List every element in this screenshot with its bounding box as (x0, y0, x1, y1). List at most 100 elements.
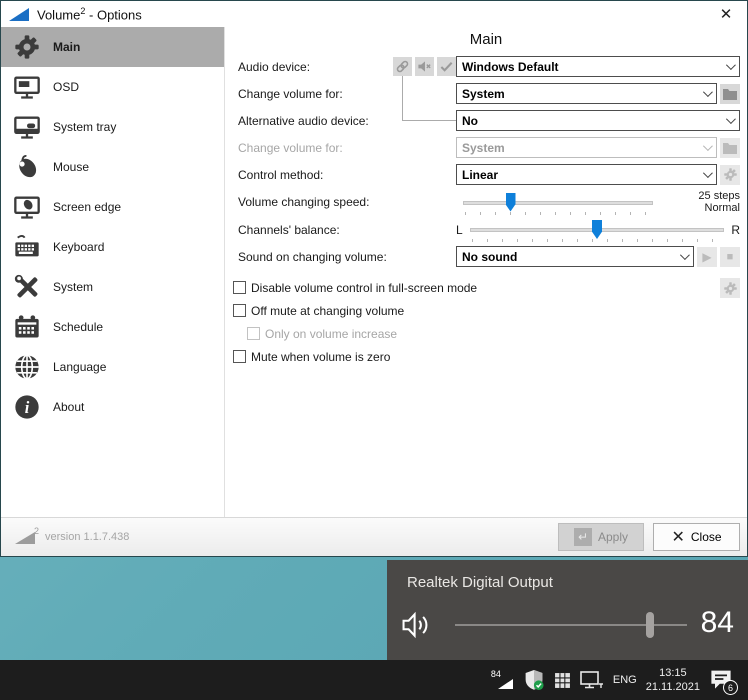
volume-speed-info: 25 steps Normal (653, 190, 740, 214)
mute-zero-row: Mute when volume is zero (225, 345, 747, 368)
change-volume-select[interactable]: System (456, 83, 717, 104)
sidebar-item-system[interactable]: System (1, 267, 224, 307)
monitor-icon (10, 71, 44, 103)
volume2-tray-icon[interactable]: 84 (490, 668, 514, 692)
slider-track (463, 201, 653, 205)
enter-icon: ↵ (574, 528, 592, 546)
balance-label: Channels' balance: (238, 223, 456, 237)
close-button[interactable]: ✕ Close (653, 523, 740, 551)
mute-zero-checkbox[interactable] (233, 350, 246, 363)
only-increase-checkbox (247, 327, 260, 340)
fullscreen-settings-button (720, 278, 740, 298)
sidebar-item-language[interactable]: Language (1, 347, 224, 387)
sidebar-item-schedule[interactable]: Schedule (1, 307, 224, 347)
osd-volume-slider[interactable] (455, 610, 687, 640)
slider-ticks (465, 212, 651, 215)
main-panel: Main Audio device: Windows Default Chang… (225, 27, 747, 517)
sidebar-item-screen-edge[interactable]: Screen edge (1, 187, 224, 227)
osd-slider-thumb[interactable] (646, 612, 654, 638)
language-indicator[interactable]: ENG (613, 674, 637, 686)
grid-tray-icon[interactable] (554, 672, 571, 689)
balance-left-label: L (456, 223, 463, 237)
sidebar-item-osd[interactable]: OSD (1, 67, 224, 107)
control-method-settings-button (720, 165, 740, 185)
dialog-footer: 2 version 1.1.7.438 ↵ Apply ✕ Close (1, 517, 747, 556)
sound-row: Sound on changing volume: No sound ▶ ■ (225, 243, 747, 270)
fullscreen-disable-checkbox[interactable] (233, 281, 246, 294)
sound-select[interactable]: No sound (456, 246, 694, 267)
sidebar-item-label: About (53, 400, 84, 414)
action-center-icon[interactable]: 6 (709, 667, 735, 693)
chevron-down-icon (726, 60, 736, 70)
sidebar-item-label: Screen edge (53, 200, 121, 214)
speaker-icon[interactable] (401, 610, 435, 645)
sidebar-item-mouse[interactable]: Mouse (1, 147, 224, 187)
globe-icon (10, 351, 44, 383)
volume-speed-label: Volume changing speed: (238, 195, 456, 209)
check-device-button[interactable] (437, 57, 456, 76)
sound-label: Sound on changing volume: (238, 250, 456, 264)
options-window: Volume2 - Options ✕ Main OSD Syst (0, 0, 748, 557)
chevron-down-icon (703, 87, 713, 97)
link-connector-line (402, 120, 456, 121)
link-connector-line (402, 76, 403, 120)
link-devices-button[interactable] (393, 57, 412, 76)
app-logo-gray-icon: 2 (15, 528, 39, 546)
volume-speed-row: Volume changing speed: 25 steps Normal (225, 188, 747, 216)
version-text: version 1.1.7.438 (45, 531, 129, 543)
control-method-label: Control method: (238, 168, 456, 182)
volume-speed-slider[interactable] (463, 189, 653, 216)
sidebar-item-label: Schedule (53, 320, 103, 334)
slider-thumb[interactable] (506, 193, 516, 212)
fullscreen-disable-row: Disable volume control in full-screen mo… (225, 276, 747, 299)
titlebar: Volume2 - Options ✕ (1, 1, 747, 27)
sidebar-item-about[interactable]: i About (1, 387, 224, 427)
sidebar-item-keyboard[interactable]: Keyboard (1, 227, 224, 267)
mouse-icon (10, 151, 44, 183)
chevron-down-icon (726, 114, 736, 124)
clock-time: 13:15 (646, 666, 700, 680)
control-method-row: Control method: Linear (225, 161, 747, 188)
control-method-select[interactable]: Linear (456, 164, 717, 185)
taskbar-clock[interactable]: 13:15 21.11.2021 (646, 666, 700, 694)
audio-device-select[interactable]: Windows Default (456, 56, 740, 77)
alt-audio-device-select[interactable]: No (456, 110, 740, 131)
sidebar-item-label: Language (53, 360, 106, 374)
off-mute-checkbox[interactable] (233, 304, 246, 317)
screen-edge-icon (10, 191, 44, 223)
sidebar-item-label: Mouse (53, 160, 89, 174)
only-increase-row: Only on volume increase (225, 322, 747, 345)
stop-sound-button: ■ (720, 247, 740, 267)
balance-slider[interactable] (470, 216, 725, 243)
sidebar-item-main[interactable]: Main (1, 27, 224, 67)
play-icon: ▶ (702, 250, 711, 264)
app-logo-icon (9, 8, 29, 21)
alt-audio-device-row: Alternative audio device: No (225, 107, 747, 134)
volume-osd: Realtek Digital Output 84 (387, 560, 748, 660)
sidebar-item-system-tray[interactable]: System tray (1, 107, 224, 147)
browse-folder-button[interactable] (720, 84, 740, 104)
page-title: Main (225, 31, 747, 53)
slider-ticks (472, 239, 723, 242)
osd-volume-value: 84 (701, 606, 734, 640)
sidebar: Main OSD System tray Mouse (1, 27, 225, 517)
off-mute-row: Off mute at changing volume (225, 299, 747, 322)
network-tray-icon[interactable] (580, 671, 604, 690)
window-title: Volume2 - Options (37, 6, 142, 22)
slider-thumb[interactable] (592, 220, 602, 239)
sidebar-item-label: System (53, 280, 93, 294)
security-shield-icon[interactable] (523, 669, 545, 691)
chevron-down-icon (703, 168, 713, 178)
sidebar-item-label: Main (53, 40, 80, 54)
audio-device-row: Audio device: Windows Default (225, 53, 747, 80)
apply-button[interactable]: ↵ Apply (558, 523, 644, 551)
stop-icon: ■ (727, 251, 734, 263)
sidebar-item-label: Keyboard (53, 240, 104, 254)
window-close-icon[interactable]: ✕ (713, 5, 739, 23)
gear-icon (10, 31, 44, 63)
notification-badge: 6 (723, 680, 738, 695)
tray-monitor-icon (10, 111, 44, 143)
mute-device-button[interactable] (415, 57, 434, 76)
close-x-icon: ✕ (671, 527, 684, 547)
tools-icon (10, 271, 44, 303)
